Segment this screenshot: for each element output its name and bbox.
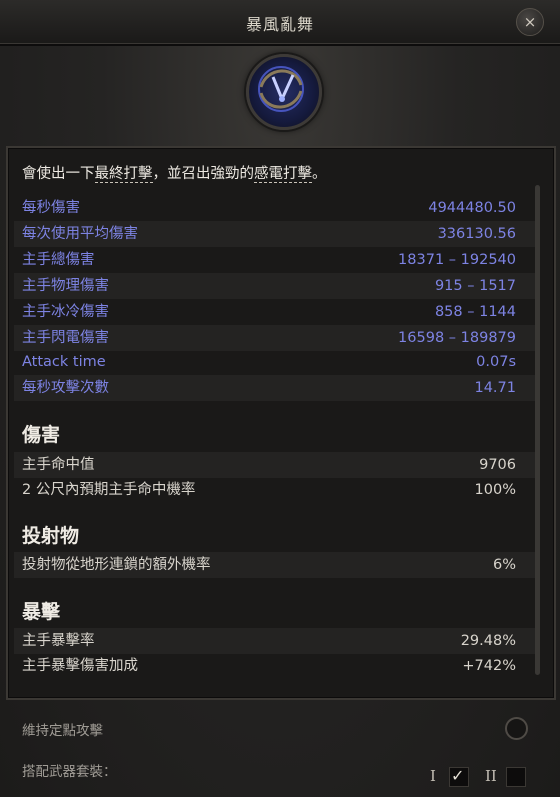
- stat-row: 2 公尺內預期主手命中機率 100%: [14, 477, 540, 503]
- stat-value: 29.48%: [460, 633, 516, 649]
- stat-value: 14.71: [474, 380, 516, 396]
- skill-description: 會使出一下最終打擊，並召出強勁的感電打擊。: [22, 162, 327, 183]
- lightning-spiral-skill-icon: [258, 66, 304, 112]
- weapon-set-label: 搭配武器套裝：: [22, 764, 117, 780]
- stat-row: 每秒傷害 4944480.50: [14, 195, 540, 221]
- stat-value: 915 – 1517: [434, 278, 516, 294]
- section-title-projectile: 投射物: [22, 525, 80, 547]
- stat-label: 主手冰冷傷害: [22, 304, 109, 320]
- title-bar: 暴風亂舞 ×: [0, 0, 560, 46]
- close-button[interactable]: ×: [516, 8, 544, 36]
- stat-row: 每秒攻擊次數 14.71: [14, 375, 540, 401]
- stat-label: 2 公尺內預期主手命中機率: [22, 482, 196, 498]
- stat-row: 主手物理傷害 915 – 1517: [14, 273, 540, 299]
- stat-label: 每次使用平均傷害: [22, 226, 138, 242]
- stat-label: Attack time: [22, 354, 106, 370]
- section-title-damage: 傷害: [22, 424, 61, 446]
- stat-value: 16598 – 189879: [398, 330, 516, 346]
- description-text: 會使出一下: [22, 166, 95, 182]
- keyword-final-strike[interactable]: 最終打擊: [94, 166, 153, 183]
- stat-label: 主手暴擊傷害加成: [22, 658, 138, 674]
- stat-label: 主手閃電傷害: [22, 330, 109, 346]
- stat-value: 9706: [479, 457, 516, 473]
- skill-window: 暴風亂舞 × 會使出一下最終打擊，並召出強勁的感電打擊。 每秒傷害 494448…: [0, 0, 560, 797]
- stat-label: 投射物從地形連鎖的額外機率: [22, 557, 211, 573]
- stat-value: 4944480.50: [428, 200, 516, 216]
- stat-row: 主手閃電傷害 16598 – 189879: [14, 325, 540, 351]
- weapon-set-2-checkbox[interactable]: [506, 767, 526, 787]
- hold-position-label: 維持定點攻擊: [22, 723, 103, 739]
- description-text: 。: [312, 166, 327, 182]
- weapon-set-1-checkbox[interactable]: ✓: [449, 766, 469, 787]
- stat-row: 主手暴擊傷害加成 +742%: [14, 653, 540, 679]
- stat-value: 336130.56: [437, 226, 516, 242]
- check-icon: ✓: [451, 766, 465, 785]
- stat-row: 投射物從地形連鎖的額外機率 6%: [14, 552, 540, 578]
- stats-scrollbar[interactable]: [535, 185, 540, 675]
- stat-label: 主手物理傷害: [22, 278, 109, 294]
- weapon-set-1-label: I: [430, 767, 436, 785]
- stat-label: 主手總傷害: [22, 252, 95, 268]
- section-title-critical: 暴擊: [22, 601, 61, 623]
- stat-label: 每秒傷害: [22, 200, 80, 216]
- description-text: ，並召出強勁的: [152, 166, 255, 182]
- close-icon[interactable]: ×: [524, 13, 537, 31]
- stat-value: +742%: [462, 658, 516, 674]
- stat-label: 主手暴擊率: [22, 633, 95, 649]
- stat-label: 每秒攻擊次數: [22, 380, 109, 396]
- stat-row: 主手總傷害 18371 – 192540: [14, 247, 540, 273]
- stat-value: 100%: [474, 482, 516, 498]
- stat-row: 主手命中值 9706: [14, 452, 540, 478]
- hold-position-toggle[interactable]: [505, 717, 528, 740]
- keyword-shock-strike[interactable]: 感電打擊: [254, 166, 312, 183]
- stat-value: 18371 – 192540: [398, 252, 516, 268]
- weapon-set-2-label: II: [485, 767, 497, 785]
- stat-row: 主手冰冷傷害 858 – 1144: [14, 299, 540, 325]
- stat-value: 0.07s: [476, 354, 516, 370]
- stat-row: Attack time 0.07s: [14, 349, 540, 375]
- stat-row: 每次使用平均傷害 336130.56: [14, 221, 540, 247]
- window-title: 暴風亂舞: [245, 15, 314, 34]
- stat-value: 6%: [492, 557, 516, 573]
- stat-label: 主手命中值: [22, 457, 95, 473]
- stat-row: 主手暴擊率 29.48%: [14, 628, 540, 654]
- skill-emblem: [246, 54, 322, 130]
- stat-value: 858 – 1144: [434, 304, 516, 320]
